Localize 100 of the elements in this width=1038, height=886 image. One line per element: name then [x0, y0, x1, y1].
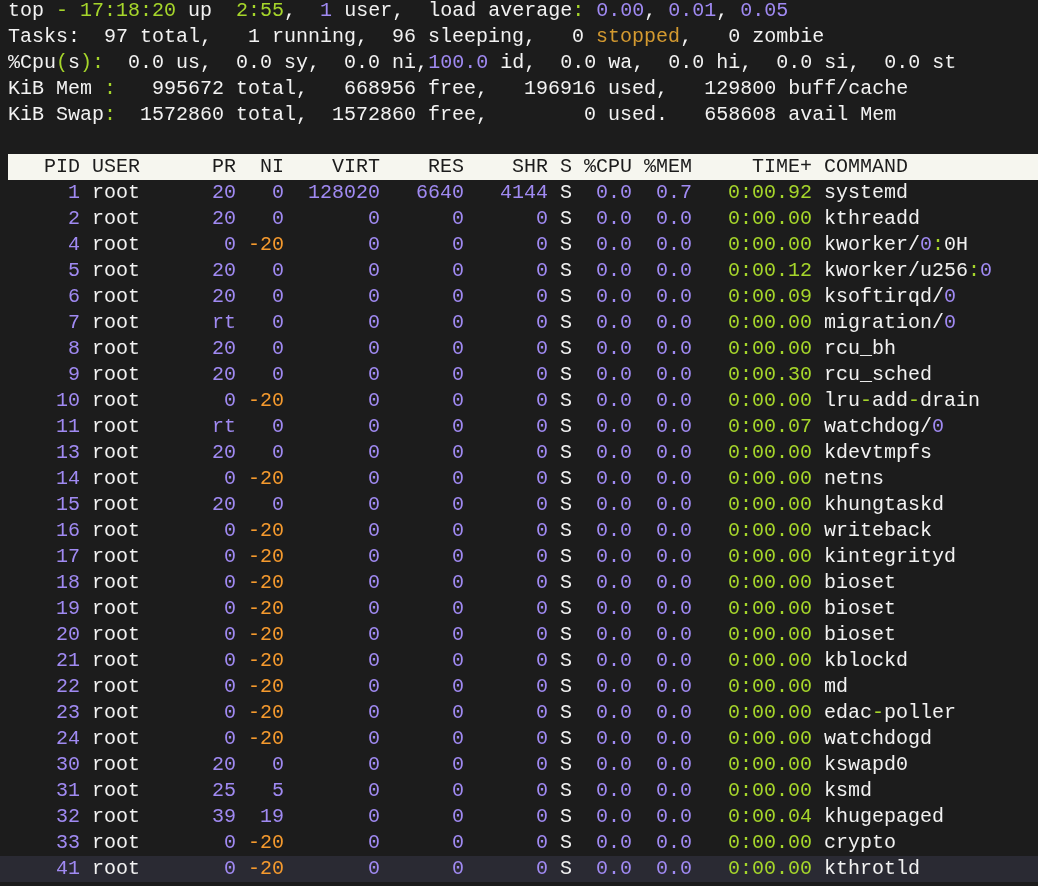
- process-row[interactable]: 23 root 0 -20 0 0 0 S 0.0 0.0 0:00.00 edac-poller: [0, 700, 1038, 726]
- process-row[interactable]: 16 root 0 -20 0 0 0 S 0.0 0.0 0:00.00 writeback: [0, 518, 1038, 544]
- table-cell-text: 0: [271, 310, 284, 336]
- table-cell-text: 5: [67, 258, 80, 284]
- table-cell-text: 0.0: [595, 206, 632, 232]
- table-cell-text: 5: [271, 778, 284, 804]
- table-cell-text: 0: [535, 804, 548, 830]
- table-cell-text: systemd: [824, 180, 910, 206]
- process-row[interactable]: 33 root 0 -20 0 0 0 S 0.0 0.0 0:00.00 crypto: [0, 830, 1038, 856]
- process-row[interactable]: 31 root 25 5 0 0 0 S 0.0 0.0 0:00.00 ksmd: [0, 778, 1038, 804]
- table-cell-text: 0: [271, 284, 284, 310]
- column-header: S: [560, 154, 572, 180]
- table-cell-text: 0.0: [595, 336, 632, 362]
- table-cell-text: 0: [367, 206, 380, 232]
- table-cell-text: 0: [535, 284, 548, 310]
- process-row[interactable]: 1 root 20 0 128020 6640 4144 S 0.0 0.7 0:00.92 systemd: [0, 180, 1038, 206]
- table-cell-text: 0.7: [655, 180, 692, 206]
- table-cell-text: 0: [451, 232, 464, 258]
- process-row[interactable]: 11 root rt 0 0 0 0 S 0.0 0.0 0:00.07 watchdog/0: [0, 414, 1038, 440]
- process-row[interactable]: 32 root 39 19 0 0 0 S 0.0 0.0 0:00.04 khugepaged: [0, 804, 1038, 830]
- process-row[interactable]: 30 root 20 0 0 0 0 S 0.0 0.0 0:00.00 kswapd0: [0, 752, 1038, 778]
- table-cell-text: 0: [451, 700, 464, 726]
- process-row[interactable]: 8 root 20 0 0 0 0 S 0.0 0.0 0:00.00 rcu_bh: [0, 336, 1038, 362]
- table-cell-text: 23: [55, 700, 80, 726]
- table-cell-text: 0: [223, 232, 236, 258]
- column-header: %CPU: [584, 154, 632, 180]
- table-cell-text: 0: [451, 388, 464, 414]
- process-row[interactable]: 13 root 20 0 0 0 0 S 0.0 0.0 0:00.00 kdevtmpfs: [0, 440, 1038, 466]
- table-cell: S: [560, 648, 572, 674]
- process-row[interactable]: 20 root 0 -20 0 0 0 S 0.0 0.0 0:00.00 bioset: [0, 622, 1038, 648]
- table-cell-text: 0:00.00: [727, 700, 813, 726]
- table-cell-text: 0: [535, 674, 548, 700]
- process-row[interactable]: 7 root rt 0 0 0 0 S 0.0 0.0 0:00.00 migration/0: [0, 310, 1038, 336]
- table-cell-text: 0.0: [655, 700, 692, 726]
- table-cell-text: 0:00.00: [727, 336, 813, 362]
- table-cell-text: 0: [367, 518, 380, 544]
- table-cell-text: 25: [211, 778, 236, 804]
- table-cell: S: [560, 492, 572, 518]
- table-cell-text: root: [92, 570, 141, 596]
- table-cell-text: 0: [367, 258, 380, 284]
- table-cell-text: 0.0: [655, 310, 692, 336]
- process-row[interactable]: 9 root 20 0 0 0 0 S 0.0 0.0 0:00.30 rcu_sched: [0, 362, 1038, 388]
- process-row[interactable]: 24 root 0 -20 0 0 0 S 0.0 0.0 0:00.00 watchdogd: [0, 726, 1038, 752]
- process-row[interactable]: 21 root 0 -20 0 0 0 S 0.0 0.0 0:00.00 kblockd: [0, 648, 1038, 674]
- table-cell-text: 0.0: [595, 726, 632, 752]
- process-row[interactable]: 10 root 0 -20 0 0 0 S 0.0 0.0 0:00.00 lru-add-drain: [0, 388, 1038, 414]
- table-cell: S: [560, 232, 572, 258]
- table-cell-text: 0: [535, 726, 548, 752]
- table-cell: S: [560, 778, 572, 804]
- table-cell-text: kworker/u256:0: [824, 258, 994, 284]
- column-header: SHR: [511, 154, 548, 180]
- table-cell-text: 0.0: [595, 414, 632, 440]
- table-cell-text: crypto: [824, 830, 898, 856]
- process-row[interactable]: 6 root 20 0 0 0 0 S 0.0 0.0 0:00.09 ksoftirqd/0: [0, 284, 1038, 310]
- process-row[interactable]: 15 root 20 0 0 0 0 S 0.0 0.0 0:00.00 khungtaskd: [0, 492, 1038, 518]
- table-cell: S: [560, 414, 572, 440]
- table-cell-text: 0.0: [655, 414, 692, 440]
- table-cell-text: writeback: [824, 518, 934, 544]
- process-row[interactable]: 18 root 0 -20 0 0 0 S 0.0 0.0 0:00.00 bioset: [0, 570, 1038, 596]
- process-row[interactable]: 41 root 0 -20 0 0 0 S 0.0 0.0 0:00.00 kthrotld: [0, 856, 1038, 882]
- table-cell-text: 0: [367, 596, 380, 622]
- table-cell-text: root: [92, 284, 141, 310]
- summary-line: top - 17:18:20 up 2:55, 1 user, load average: 0.00, 0.01, 0.05: [8, 0, 789, 24]
- table-cell-text: 0:00.00: [727, 440, 813, 466]
- table-cell-text: 0: [535, 518, 548, 544]
- table-cell: S: [560, 388, 572, 414]
- table-cell-text: 0.0: [595, 492, 632, 518]
- table-cell-text: 0:00.00: [727, 492, 813, 518]
- process-row[interactable]: 2 root 20 0 0 0 0 S 0.0 0.0 0:00.00 kthreadd: [0, 206, 1038, 232]
- process-row[interactable]: 22 root 0 -20 0 0 0 S 0.0 0.0 0:00.00 md: [0, 674, 1038, 700]
- table-cell-text: bioset: [824, 622, 898, 648]
- table-cell-text: 0.0: [595, 830, 632, 856]
- process-row[interactable]: 19 root 0 -20 0 0 0 S 0.0 0.0 0:00.00 bioset: [0, 596, 1038, 622]
- table-cell-text: 20: [211, 258, 236, 284]
- table-cell-text: 0.0: [595, 180, 632, 206]
- table-cell-text: 30: [55, 752, 80, 778]
- table-cell-text: 0.0: [595, 674, 632, 700]
- table-cell-text: 21: [55, 648, 80, 674]
- table-cell-text: 0: [535, 700, 548, 726]
- table-cell-text: 0:00.00: [727, 830, 813, 856]
- table-cell-text: 0: [367, 544, 380, 570]
- table-cell-text: 0: [451, 622, 464, 648]
- process-row[interactable]: 5 root 20 0 0 0 0 S 0.0 0.0 0:00.12 kworker/u256:0: [0, 258, 1038, 284]
- column-header: PID: [43, 154, 80, 180]
- table-cell-text: migration/0: [824, 310, 958, 336]
- table-cell-text: 4144: [499, 180, 548, 206]
- column-header: NI: [259, 154, 284, 180]
- table-cell-text: kworker/0:0H: [824, 232, 970, 258]
- process-row[interactable]: 4 root 0 -20 0 0 0 S 0.0 0.0 0:00.00 kworker/0:0H: [0, 232, 1038, 258]
- table-cell-text: root: [92, 674, 141, 700]
- table-cell-text: 0: [367, 362, 380, 388]
- process-row[interactable]: 17 root 0 -20 0 0 0 S 0.0 0.0 0:00.00 kintegrityd: [0, 544, 1038, 570]
- table-cell-text: rt: [211, 414, 236, 440]
- table-cell-text: 0.0: [595, 258, 632, 284]
- table-cell: -20: [248, 570, 284, 596]
- table-cell-text: 0: [535, 336, 548, 362]
- table-cell-text: 0.0: [595, 622, 632, 648]
- table-cell-text: 0: [535, 570, 548, 596]
- process-row[interactable]: 14 root 0 -20 0 0 0 S 0.0 0.0 0:00.00 netns: [0, 466, 1038, 492]
- table-cell-text: 0.0: [655, 726, 692, 752]
